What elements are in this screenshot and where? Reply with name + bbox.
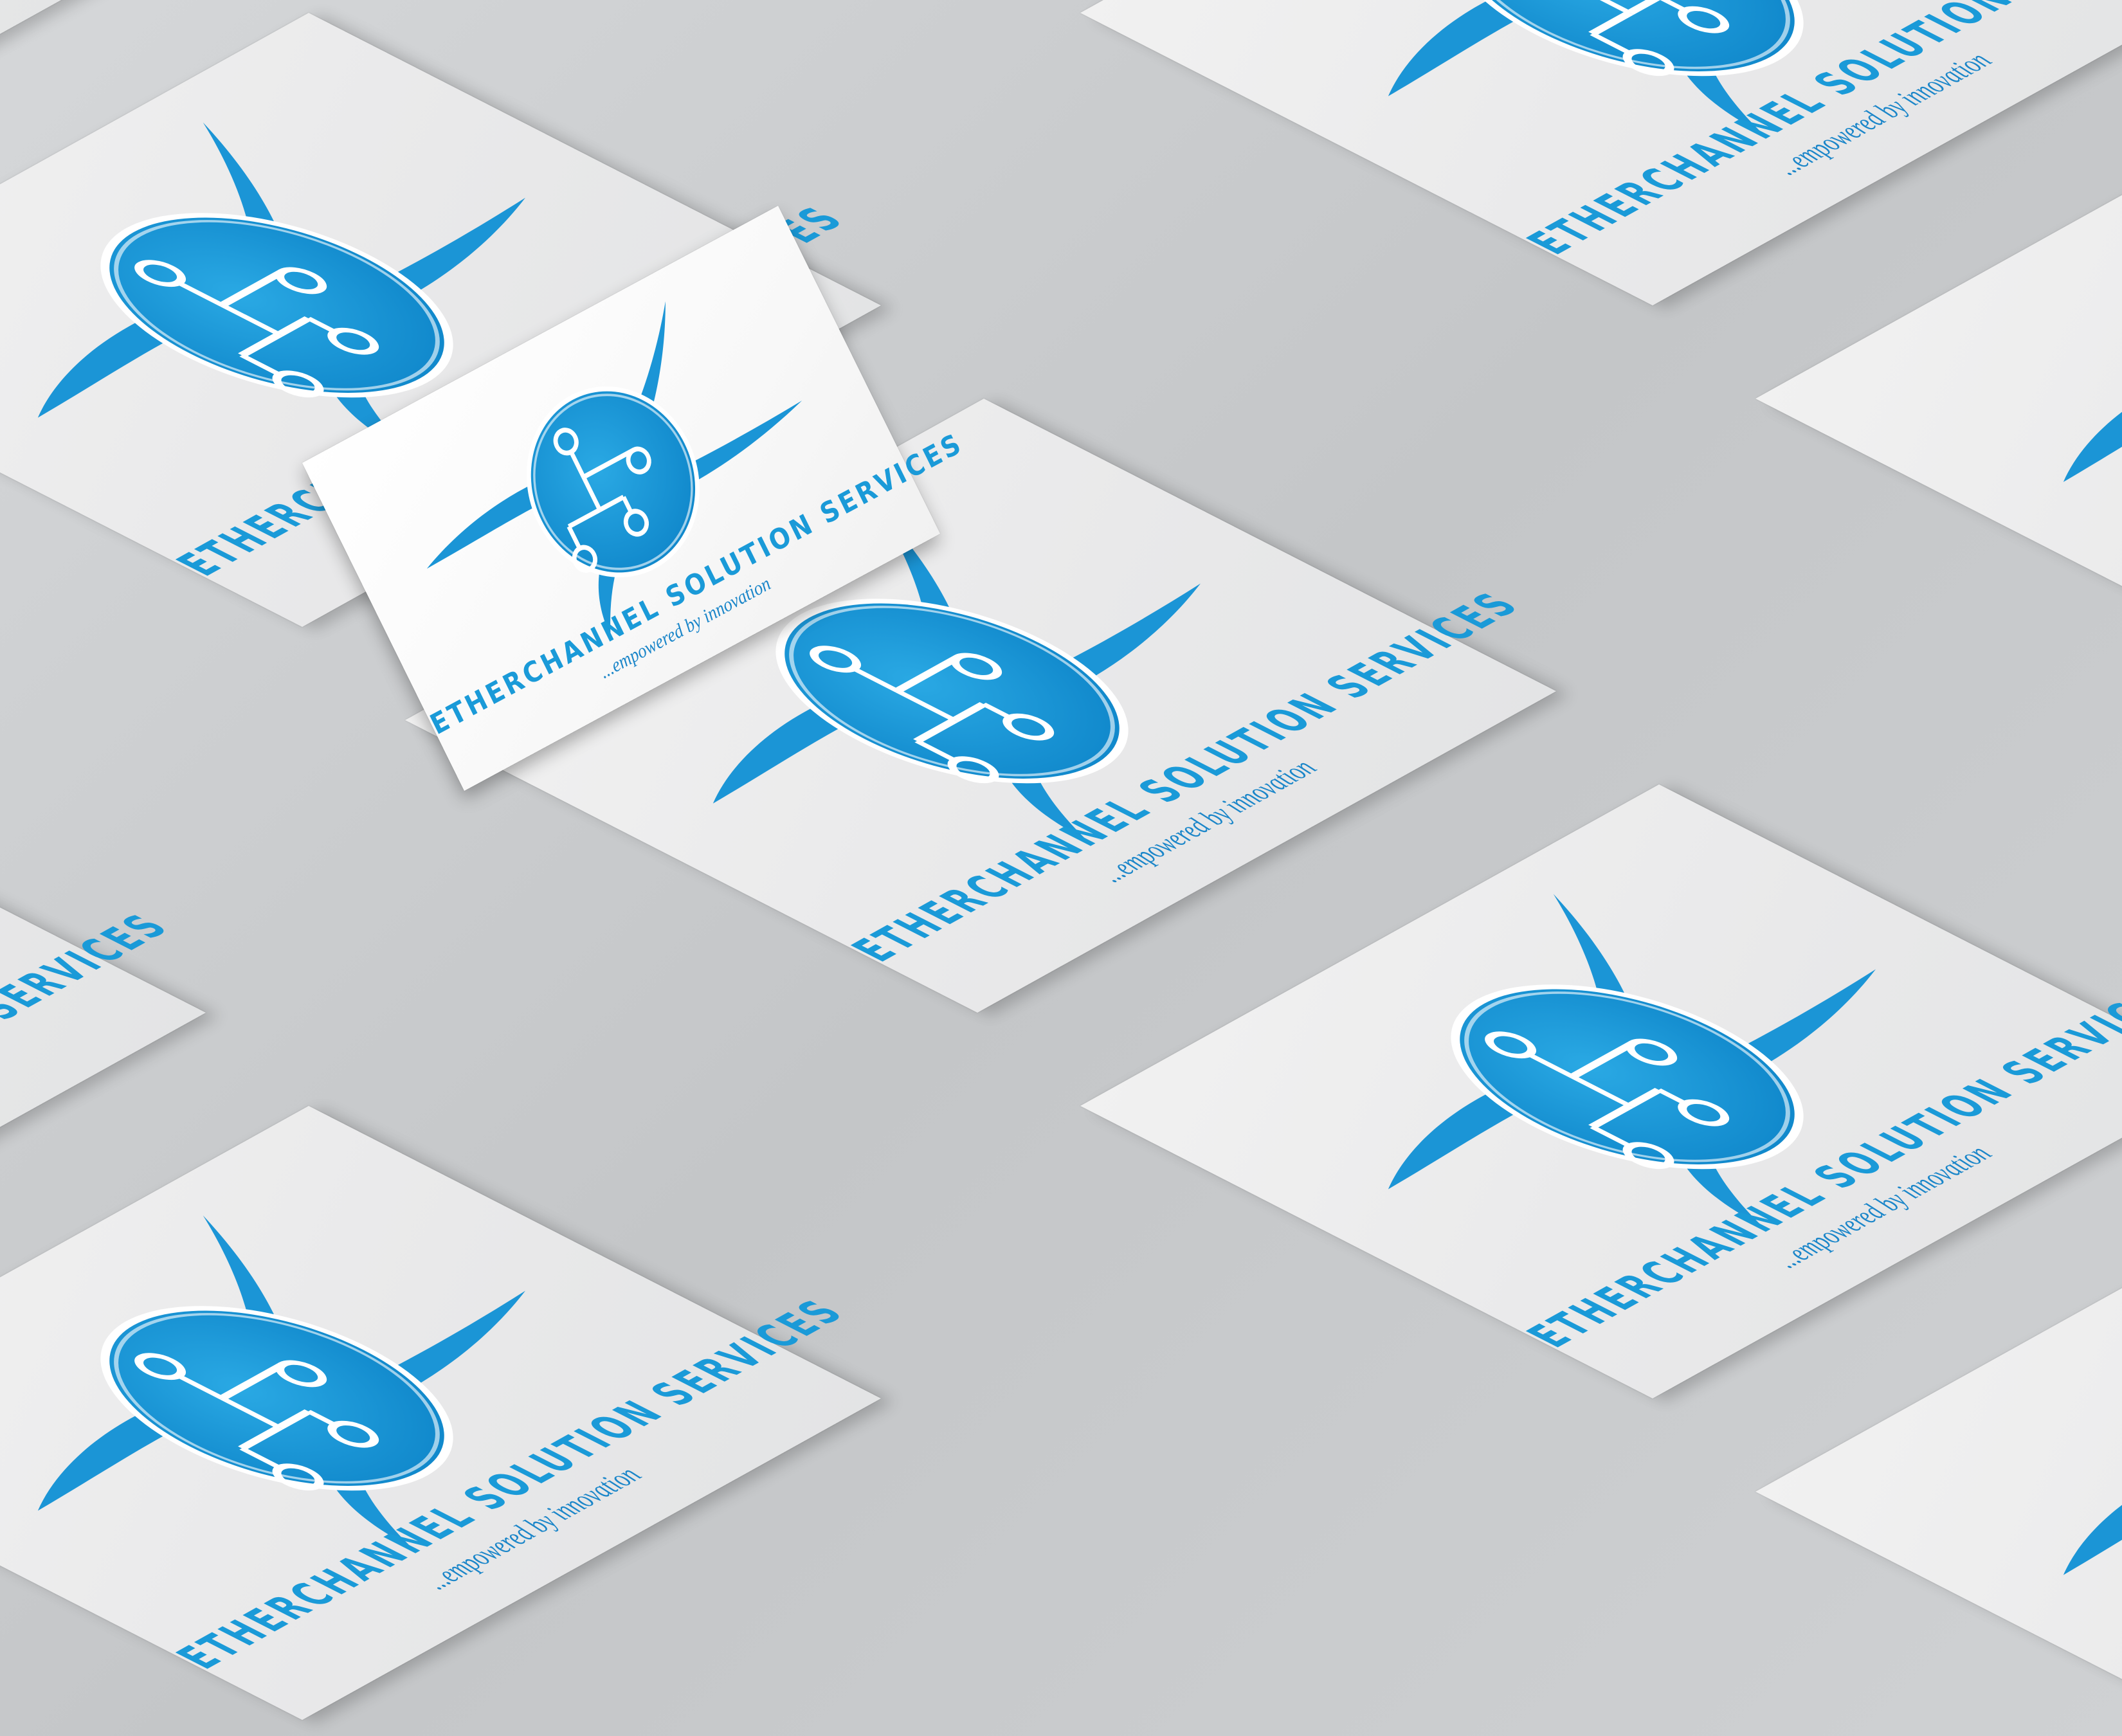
business-card-mockup: ETHERCHANNEL SOLUTION SERVICES...empower… xyxy=(0,0,2122,1736)
business-card: ETHERCHANNEL SOLUTION SERVICES...empower… xyxy=(0,1106,881,1720)
business-card: ETHERCHANNEL SOLUTION SERVICES...empower… xyxy=(1080,0,2122,305)
business-card: ETHERCHANNEL SOLUTION SERVICES...empower… xyxy=(1080,784,2122,1398)
